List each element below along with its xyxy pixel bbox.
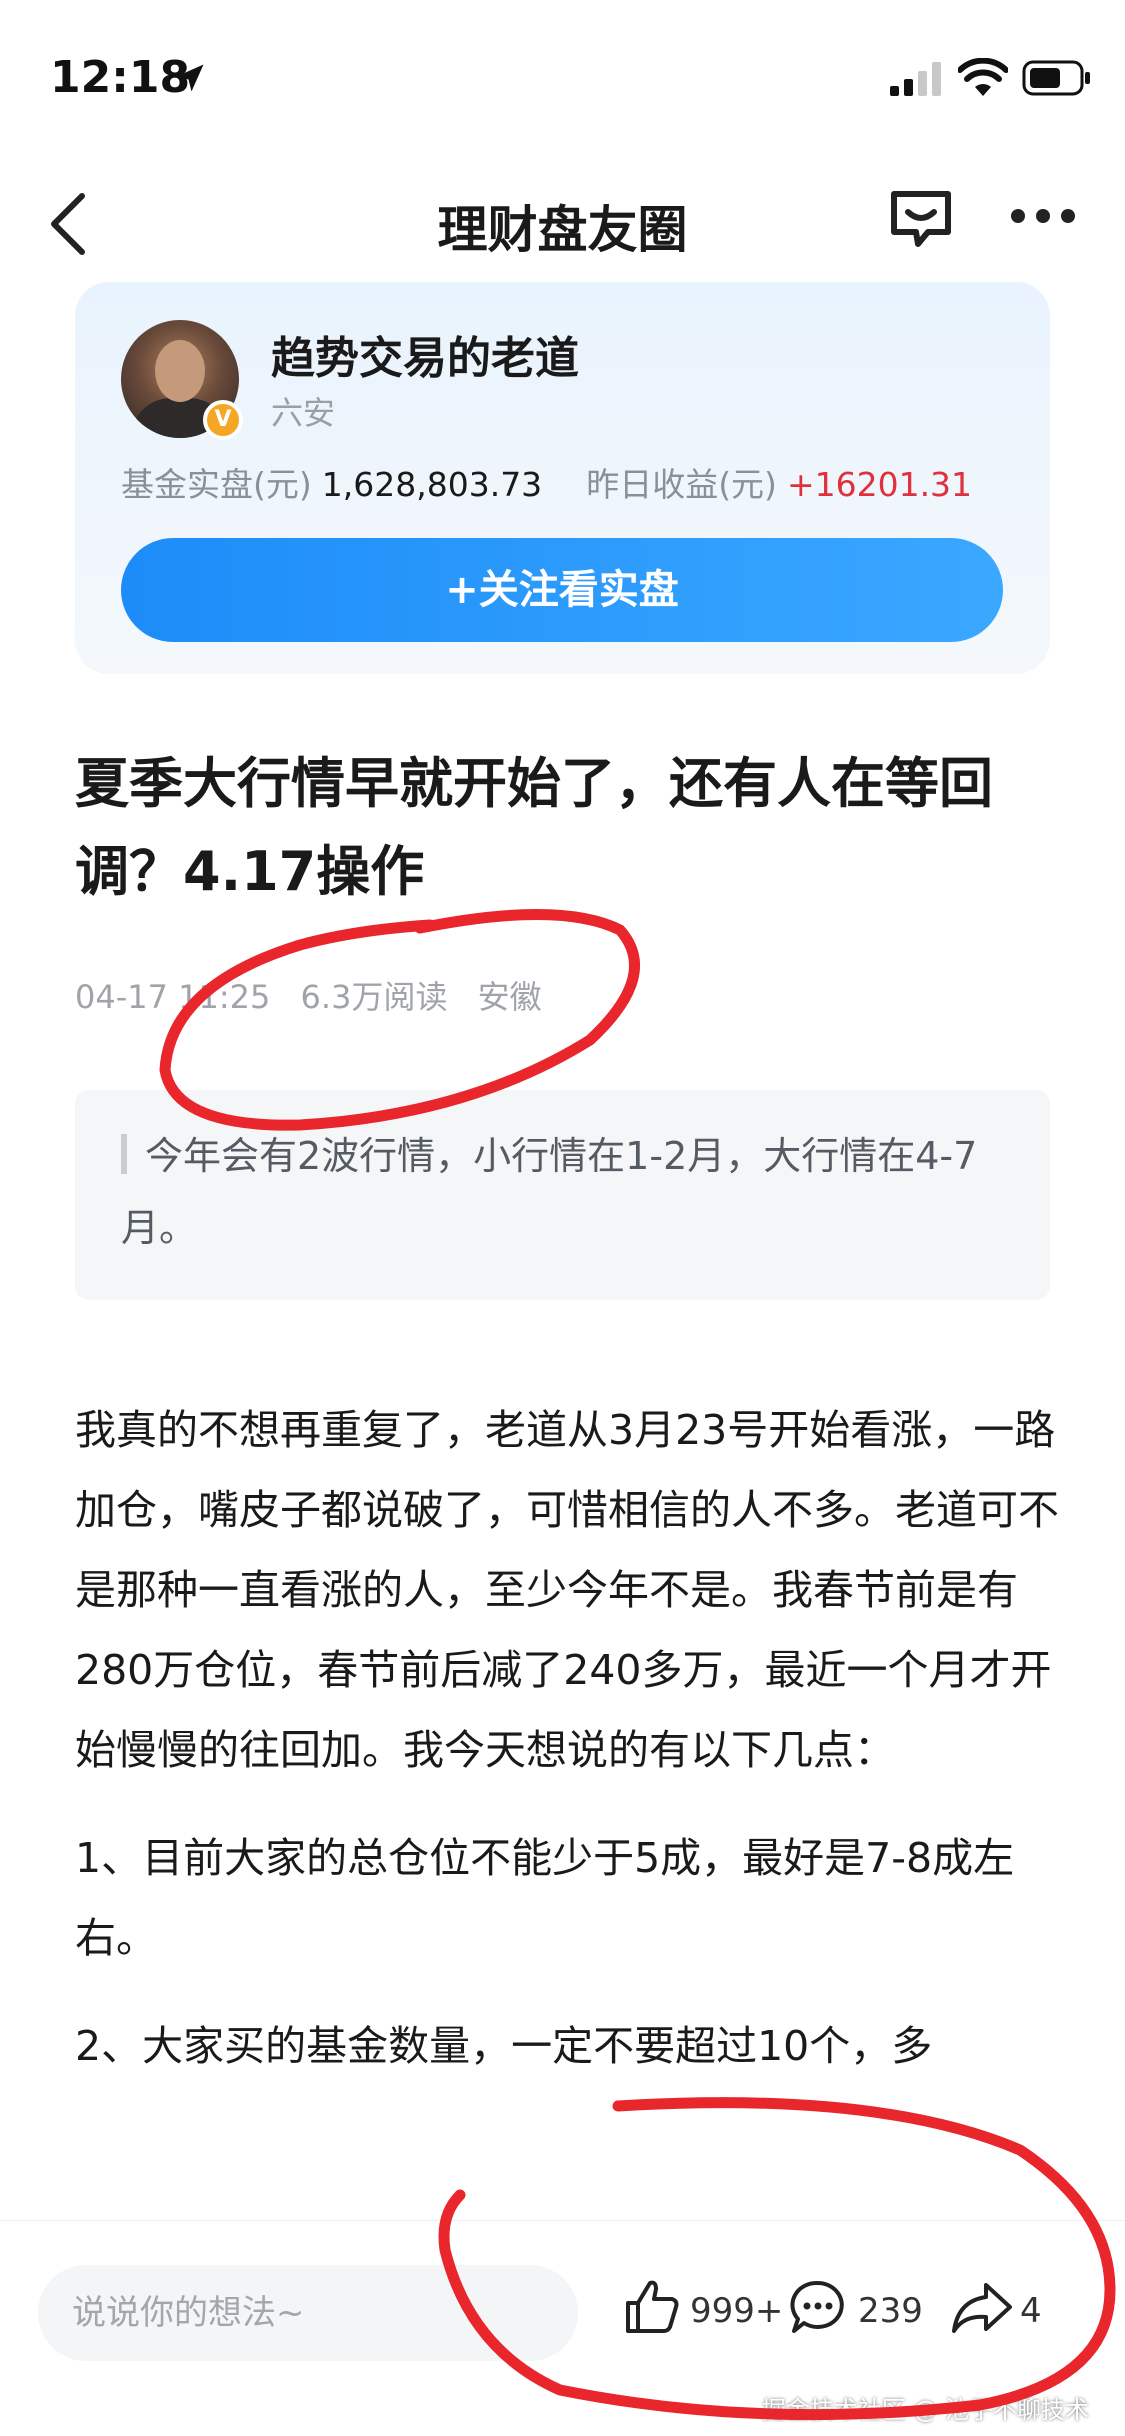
article-title: 夏季大行情早就开始了，还有人在等回调？4.17操作 <box>75 752 993 903</box>
wifi-icon <box>958 58 1008 96</box>
share-icon[interactable] <box>950 2279 1014 2335</box>
quote-block: 今年会有2波行情，小行情在1-2月，大行情在4-7月。 <box>75 1090 1050 1300</box>
page-title: 理财盘友圈 <box>437 201 688 259</box>
yesterday-label: 昨日收益(元) <box>586 465 777 504</box>
paragraph: 1、目前大家的总仓位不能少于5成，最好是7-8成左右。 <box>75 1834 1015 1962</box>
nav-bar: 理财盘友圈 <box>0 170 1125 280</box>
comment-input[interactable]: 说说你的想法~ <box>38 2265 578 2361</box>
fund-label: 基金实盘(元) <box>121 465 312 504</box>
fund-value: 1,628,803.73 <box>321 465 543 504</box>
status-time: 12:18 <box>50 52 191 103</box>
yesterday-value: +16201.31 <box>786 465 973 504</box>
like-icon[interactable] <box>622 2277 682 2337</box>
comment-count: 239 <box>858 2291 923 2331</box>
fund-stats: 基金实盘(元) 1,628,803.73 昨日收益(元) +16201.31 <box>121 458 972 506</box>
watermark: 掘金技术社区 @ 池子不聊技术 <box>761 2396 1089 2424</box>
like-count: 999+ <box>690 2291 784 2331</box>
share-count: 4 <box>1020 2291 1042 2331</box>
user-name[interactable]: 趋势交易的老道 <box>271 322 579 386</box>
article-location: 安徽 <box>477 978 542 1016</box>
follow-button[interactable]: +关注看实盘 <box>121 538 1003 642</box>
location-arrow-icon <box>176 64 204 92</box>
paragraph: 我真的不想再重复了，老道从3月23号开始看涨，一路加仓，嘴皮子都说破了，可惜相信… <box>75 1406 1059 1774</box>
article-date: 04-17 11:25 <box>75 978 271 1016</box>
article-body: 我真的不想再重复了，老道从3月23号开始看涨，一路加仓，嘴皮子都说破了，可惜相信… <box>75 1390 1060 2114</box>
verified-badge: V <box>203 400 243 440</box>
user-card: V 趋势交易的老道 六安 基金实盘(元) 1,628,803.73 昨日收益(元) +… <box>75 282 1050 674</box>
paragraph: 2、大家买的基金数量，一定不要超过10个，多 <box>75 2022 933 2070</box>
article-reads: 6.3万阅读 <box>300 978 448 1016</box>
status-bar: 12:18 <box>0 0 1125 160</box>
more-icon[interactable] <box>1008 204 1078 228</box>
quote-text: 今年会有2波行情，小行情在1-2月，大行情在4-7月。 <box>121 1134 978 1250</box>
article-meta: 04-17 11:25 6.3万阅读 安徽 <box>75 972 562 1018</box>
comment-icon[interactable] <box>788 2277 848 2337</box>
user-location: 六安 <box>271 394 336 432</box>
message-icon[interactable] <box>888 186 954 252</box>
signal-icon <box>890 62 941 96</box>
battery-icon <box>1022 60 1090 96</box>
